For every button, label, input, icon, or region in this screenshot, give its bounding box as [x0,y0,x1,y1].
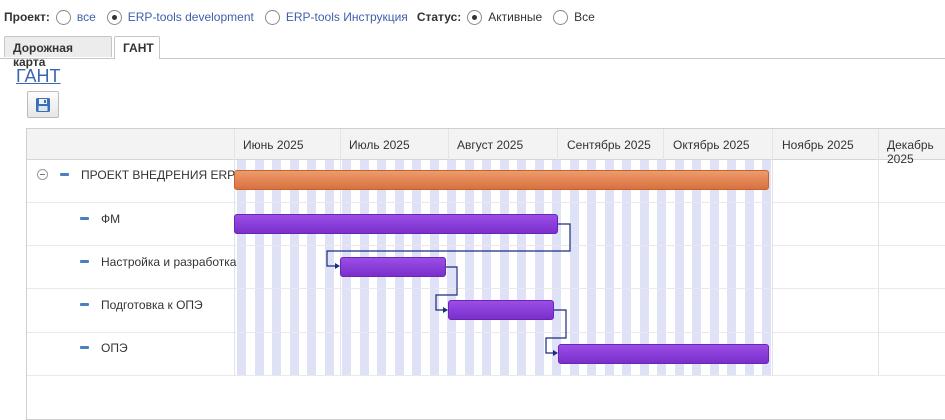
tab-roadmap[interactable]: Дорожная карта [4,36,112,69]
floppy-disk-icon [36,97,50,112]
tab-gantt[interactable]: ГАНТ [114,36,160,59]
status-all-label[interactable]: Все [574,10,595,24]
arrow-head-icon [443,307,448,313]
project-filter-label: Проект: [4,10,50,24]
project-erp-dev-label[interactable]: ERP-tools development [128,10,254,24]
gantt-chart: Июнь 2025 Июль 2025 Август 2025 Сентябрь… [26,128,945,420]
arrow-head-icon [335,263,340,269]
dependency-link-prep-ope [545,309,567,354]
status-active-radio[interactable] [467,9,483,25]
dependency-links [326,223,571,356]
project-erp-instr-radio[interactable] [264,9,280,25]
dependency-link-setup-prep [435,266,458,311]
project-erp-dev-radio[interactable] [106,9,122,25]
status-all-radio[interactable] [553,9,569,25]
dependency-link-fm-setup [326,223,571,267]
tab-bar: Дорожная карта ГАНТ [0,34,945,69]
status-filter-label: Статус: [416,10,462,24]
project-all-radio[interactable] [55,9,71,25]
status-active-label[interactable]: Активные [488,10,542,24]
project-erp-instr-label[interactable]: ERP-tools Инструкция [286,10,408,24]
page-title[interactable]: ГАНТ [16,66,61,87]
arrow-head-icon [553,350,558,356]
project-all-label[interactable]: все [77,10,96,24]
filter-bar: Проект: все ERP-tools development ERP-to… [4,8,604,26]
save-button[interactable] [27,91,59,118]
